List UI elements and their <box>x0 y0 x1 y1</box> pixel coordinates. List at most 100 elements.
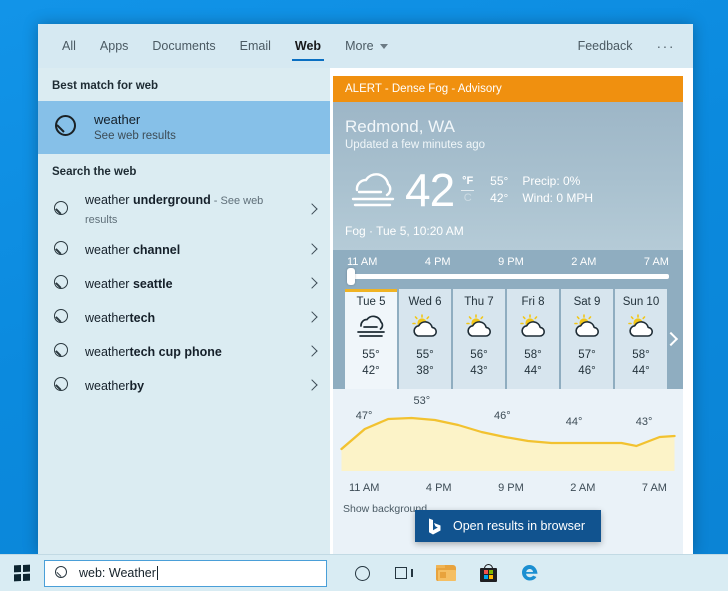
microsoft-store-button[interactable] <box>467 555 509 591</box>
flyout-body: Best match for web weather See web resul… <box>38 68 693 554</box>
forecast-low: 38° <box>416 363 433 380</box>
list-item[interactable]: weather underground - See web results <box>38 187 330 233</box>
edge-icon <box>520 563 540 583</box>
search-icon <box>52 375 74 397</box>
tab-documents[interactable]: Documents <box>140 24 227 68</box>
web-suggestion-list: weather underground - See web results we… <box>38 187 330 403</box>
cortana-button[interactable] <box>341 555 383 591</box>
forecast-day-card[interactable]: Thu 7 56° 43° <box>453 289 505 389</box>
condition-summary: Fog · Tue 5, 10:20 AM <box>345 224 671 238</box>
suggestion-label: weather channel <box>85 241 304 259</box>
suggestion-label: weather seattle <box>85 275 304 293</box>
unit-toggle[interactable]: °F C <box>461 175 474 206</box>
weather-card: ALERT - Dense Fog - Advisory Redmond, WA… <box>333 76 683 554</box>
tab-label: Apps <box>100 39 129 53</box>
updated-timestamp: Updated a few minutes ago <box>345 137 671 154</box>
location-name: Redmond, WA <box>345 116 671 137</box>
tab-email[interactable]: Email <box>228 24 283 68</box>
partly-sunny-icon <box>570 314 604 340</box>
tab-apps[interactable]: Apps <box>88 24 141 68</box>
chart-tick: 9 PM <box>498 482 524 494</box>
slider-handle[interactable] <box>347 268 355 285</box>
precip-value: Precip: 0% <box>522 174 593 188</box>
temperature-chart: 47° 53° 46° 44° 43° 11 AM 4 PM 9 PM 2 AM… <box>333 389 683 554</box>
slider-track[interactable] <box>347 274 669 279</box>
extra-metrics-group: Precip: 0% Wind: 0 MPH <box>522 174 593 205</box>
best-match-result[interactable]: weather See web results <box>38 101 330 154</box>
chart-tick: 11 AM <box>349 482 379 494</box>
forecast-day-card[interactable]: Sat 9 57° 46° <box>561 289 613 389</box>
forecast-day-card[interactable]: Fri 8 58° 44° <box>507 289 559 389</box>
hour-slider[interactable]: 11 AM 4 PM 9 PM 2 AM 7 AM <box>333 250 683 289</box>
list-item[interactable]: weatherby <box>38 369 330 403</box>
chart-tick: 2 AM <box>570 482 595 494</box>
text-cursor <box>157 566 158 580</box>
partly-sunny-icon <box>462 314 496 340</box>
chevron-right-icon[interactable] <box>304 309 322 327</box>
tab-label: Email <box>240 39 271 53</box>
current-conditions-row: 42 °F C 55° 42° Precip: 0% Wind: 0 M <box>345 167 671 213</box>
start-button[interactable] <box>0 555 44 591</box>
forecast-high: 56° <box>470 347 487 364</box>
search-icon <box>52 199 74 221</box>
open-results-tooltip[interactable]: Open results in browser <box>415 510 601 542</box>
chevron-right-icon[interactable] <box>304 377 322 395</box>
chevron-right-icon[interactable] <box>304 343 322 361</box>
list-item[interactable]: weathertech <box>38 301 330 335</box>
partly-sunny-icon <box>516 314 550 340</box>
feedback-button[interactable]: Feedback <box>566 24 645 68</box>
list-item[interactable]: weather channel <box>38 233 330 267</box>
edge-button[interactable] <box>509 555 551 591</box>
search-icon <box>52 307 74 329</box>
taskbar-search-input[interactable]: web: Weather <box>44 560 327 587</box>
forecast-low: 44° <box>524 363 541 380</box>
unit-celsius[interactable]: C <box>464 192 472 206</box>
chevron-right-icon[interactable] <box>664 332 678 346</box>
unit-fahrenheit[interactable]: °F <box>462 175 473 189</box>
forecast-day-card[interactable]: Wed 6 55° 38° <box>399 289 451 389</box>
tab-label: All <box>62 39 76 53</box>
tab-all[interactable]: All <box>50 24 88 68</box>
tabbar-spacer <box>400 24 566 68</box>
search-query-text: web: Weather <box>79 566 156 580</box>
chevron-right-icon[interactable] <box>304 275 322 293</box>
weather-alert-banner[interactable]: ALERT - Dense Fog - Advisory <box>333 76 683 102</box>
chevron-down-icon <box>380 44 388 49</box>
forecast-high: 55° <box>362 347 379 364</box>
search-icon <box>52 239 74 261</box>
fog-icon <box>345 168 403 212</box>
chevron-right-icon[interactable] <box>304 201 322 219</box>
overflow-menu-button[interactable]: ··· <box>645 24 688 68</box>
search-web-heading: Search the web <box>38 154 330 187</box>
task-view-button[interactable] <box>383 555 425 591</box>
slider-tick: 7 AM <box>644 256 669 268</box>
tab-more[interactable]: More <box>333 24 399 68</box>
task-view-icon <box>395 566 413 581</box>
slider-tick: 11 AM <box>347 256 377 268</box>
bing-icon <box>425 517 444 536</box>
temperature-area-chart <box>333 389 683 477</box>
suggestion-label: weathertech <box>85 309 304 327</box>
tab-label: Documents <box>152 39 215 53</box>
forecast-low: 44° <box>632 363 649 380</box>
forecast-low: 46° <box>578 363 595 380</box>
search-icon <box>52 273 74 295</box>
best-match-heading: Best match for web <box>38 68 330 101</box>
list-item[interactable]: weather seattle <box>38 267 330 301</box>
forecast-carousel: Tue 5 55° 42° Wed 6 <box>333 289 683 389</box>
tab-web[interactable]: Web <box>283 24 333 68</box>
high-temp: 55° <box>490 174 508 188</box>
file-explorer-button[interactable] <box>425 555 467 591</box>
chevron-right-icon[interactable] <box>304 241 322 259</box>
windows-logo-icon <box>14 565 30 582</box>
slider-tick: 9 PM <box>498 256 524 268</box>
forecast-day-card[interactable]: Tue 5 55° 42° <box>345 289 397 389</box>
tab-label: Web <box>295 39 321 53</box>
forecast-days: Tue 5 55° 42° Wed 6 <box>345 289 683 389</box>
forecast-day-card[interactable]: Sun 10 58° 44° <box>615 289 667 389</box>
list-item[interactable]: weathertech cup phone <box>38 335 330 369</box>
best-match-title: weather <box>94 111 176 129</box>
suggestion-label: weather underground - See web results <box>85 191 304 229</box>
forecast-day-name: Wed 6 <box>408 296 441 308</box>
weather-preview-panel: ALERT - Dense Fog - Advisory Redmond, WA… <box>330 68 693 554</box>
